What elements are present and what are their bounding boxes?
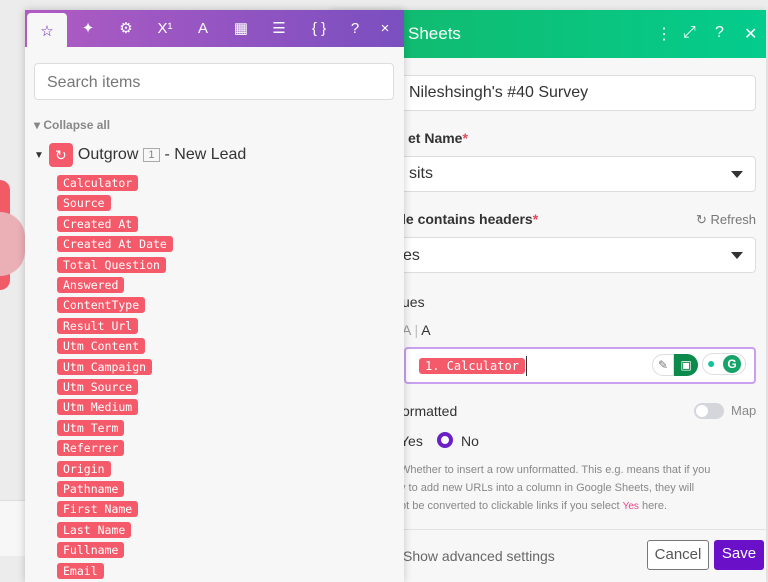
help-text: Whether to insert a row unformatted. Thi… bbox=[400, 464, 711, 512]
mapping-item[interactable]: Result Url bbox=[57, 317, 139, 334]
map-label: Map bbox=[731, 403, 757, 418]
mapping-item[interactable]: Utm Medium bbox=[57, 399, 139, 416]
mapping-item[interactable]: Utm Source bbox=[57, 379, 139, 395]
radio-no-selected[interactable] bbox=[437, 432, 453, 448]
bulb-icon: ● bbox=[707, 355, 716, 371]
headers-value: es bbox=[403, 247, 420, 264]
mapping-item[interactable]: Pathname bbox=[57, 481, 125, 497]
tab-favorites[interactable]: ☆ bbox=[27, 13, 67, 47]
star-icon: ☆ bbox=[40, 23, 54, 40]
chevron-down-icon bbox=[731, 252, 743, 259]
tab-text[interactable]: A bbox=[183, 10, 223, 47]
sheet-name-value: sits bbox=[409, 165, 433, 182]
mapping-item[interactable]: Total Question bbox=[57, 256, 166, 273]
calendar-icon: ▦ bbox=[233, 20, 249, 37]
mapping-item[interactable]: Fullname bbox=[57, 542, 125, 559]
unformatted-label: ormatted bbox=[402, 403, 458, 419]
mapping-item[interactable]: Utm Content bbox=[57, 338, 146, 355]
text-icon: A bbox=[197, 20, 208, 37]
value-tag[interactable]: 1. Calculator bbox=[419, 358, 525, 374]
help-icon[interactable]: ? bbox=[715, 24, 724, 42]
tab-ai[interactable]: ✦ bbox=[68, 10, 108, 47]
mapping-item[interactable]: Created At bbox=[57, 215, 139, 232]
tab-general[interactable]: ⚙ bbox=[106, 10, 146, 47]
radio-no-label: No bbox=[461, 433, 479, 449]
canvas-module-halo bbox=[0, 212, 25, 276]
refresh-button[interactable]: ↻ Refresh bbox=[696, 212, 756, 228]
mapping-item[interactable]: ContentType bbox=[57, 297, 146, 314]
feather-icon[interactable]: ✎ bbox=[652, 354, 674, 376]
mapping-item[interactable]: Email bbox=[57, 562, 104, 579]
map-toggle[interactable] bbox=[694, 403, 724, 419]
caret-down-icon: ▼ bbox=[34, 149, 44, 161]
value-input[interactable]: 1. Calculator ✎ ▣ ● G bbox=[404, 347, 756, 384]
mapping-item[interactable]: Created At Date bbox=[57, 236, 173, 253]
save-button[interactable]: Save bbox=[714, 540, 764, 570]
search-input[interactable]: Search items bbox=[34, 63, 394, 100]
mapping-item[interactable]: Utm Campaign bbox=[57, 358, 153, 375]
advanced-settings-toggle[interactable]: Show advanced settings bbox=[403, 548, 555, 564]
mapping-item[interactable]: Answered bbox=[57, 277, 125, 293]
text-cursor bbox=[526, 356, 527, 376]
tab-math[interactable]: X¹ bbox=[145, 10, 185, 47]
spreadsheet-value: Nileshsingh's #40 Survey bbox=[409, 84, 589, 101]
mapping-item[interactable]: First Name bbox=[57, 501, 139, 518]
robot-icon[interactable]: ▣ bbox=[674, 354, 698, 376]
mapping-tabs: ☆ ✦ ⚙ X¹ A ▦ ☰ { } ? × bbox=[25, 10, 404, 47]
sheet-name-label: et Name* bbox=[408, 130, 468, 146]
table-icon: ☰ bbox=[272, 20, 286, 37]
mapping-panel: ☆ ✦ ⚙ X¹ A ▦ ☰ { } ? × Search items ▾ Co… bbox=[25, 10, 404, 582]
gear-icon: ⚙ bbox=[119, 20, 133, 37]
panel-title: Sheets bbox=[408, 24, 461, 43]
mapping-item[interactable]: Calculator bbox=[57, 175, 139, 191]
mapping-item[interactable]: Referrer bbox=[57, 440, 125, 457]
close-icon[interactable]: × bbox=[370, 10, 400, 47]
module-outgrow[interactable]: ▼ ↻ Outgrow 1 - New Lead bbox=[34, 143, 246, 167]
collapse-all-button[interactable]: ▾ Collapse all bbox=[34, 118, 110, 132]
sparkle-icon: ✦ bbox=[81, 20, 95, 37]
help-icon[interactable]: ? bbox=[340, 10, 370, 47]
braces-icon: { } bbox=[311, 20, 327, 37]
module-badge: 1 bbox=[143, 148, 160, 162]
expand-icon[interactable]: ⤢ bbox=[683, 24, 696, 42]
grammarly-widget[interactable]: ● G bbox=[702, 353, 746, 375]
close-icon[interactable]: ✕ bbox=[744, 24, 757, 44]
text-mode-toggle[interactable]: A | A bbox=[402, 322, 431, 338]
superscript-icon: X¹ bbox=[157, 20, 173, 37]
refresh-icon: ↻ bbox=[696, 212, 711, 227]
mapping-item[interactable]: Last Name bbox=[57, 521, 132, 538]
headers-label: le contains headers* bbox=[402, 211, 539, 227]
chevron-down-icon bbox=[731, 171, 743, 178]
outgrow-icon: ↻ bbox=[48, 143, 73, 167]
cancel-button[interactable]: Cancel bbox=[647, 540, 709, 570]
more-icon[interactable]: ⋮ bbox=[656, 24, 672, 44]
mapping-item[interactable]: Source bbox=[57, 195, 111, 212]
mapping-item[interactable]: Origin bbox=[57, 460, 111, 477]
tab-json[interactable]: { } bbox=[299, 10, 339, 47]
values-label: ues bbox=[402, 294, 425, 310]
mapping-item[interactable]: Utm Term bbox=[57, 419, 125, 436]
tab-date[interactable]: ▦ bbox=[221, 10, 261, 47]
grammarly-icon: G bbox=[723, 355, 741, 373]
tab-array[interactable]: ☰ bbox=[259, 10, 299, 47]
